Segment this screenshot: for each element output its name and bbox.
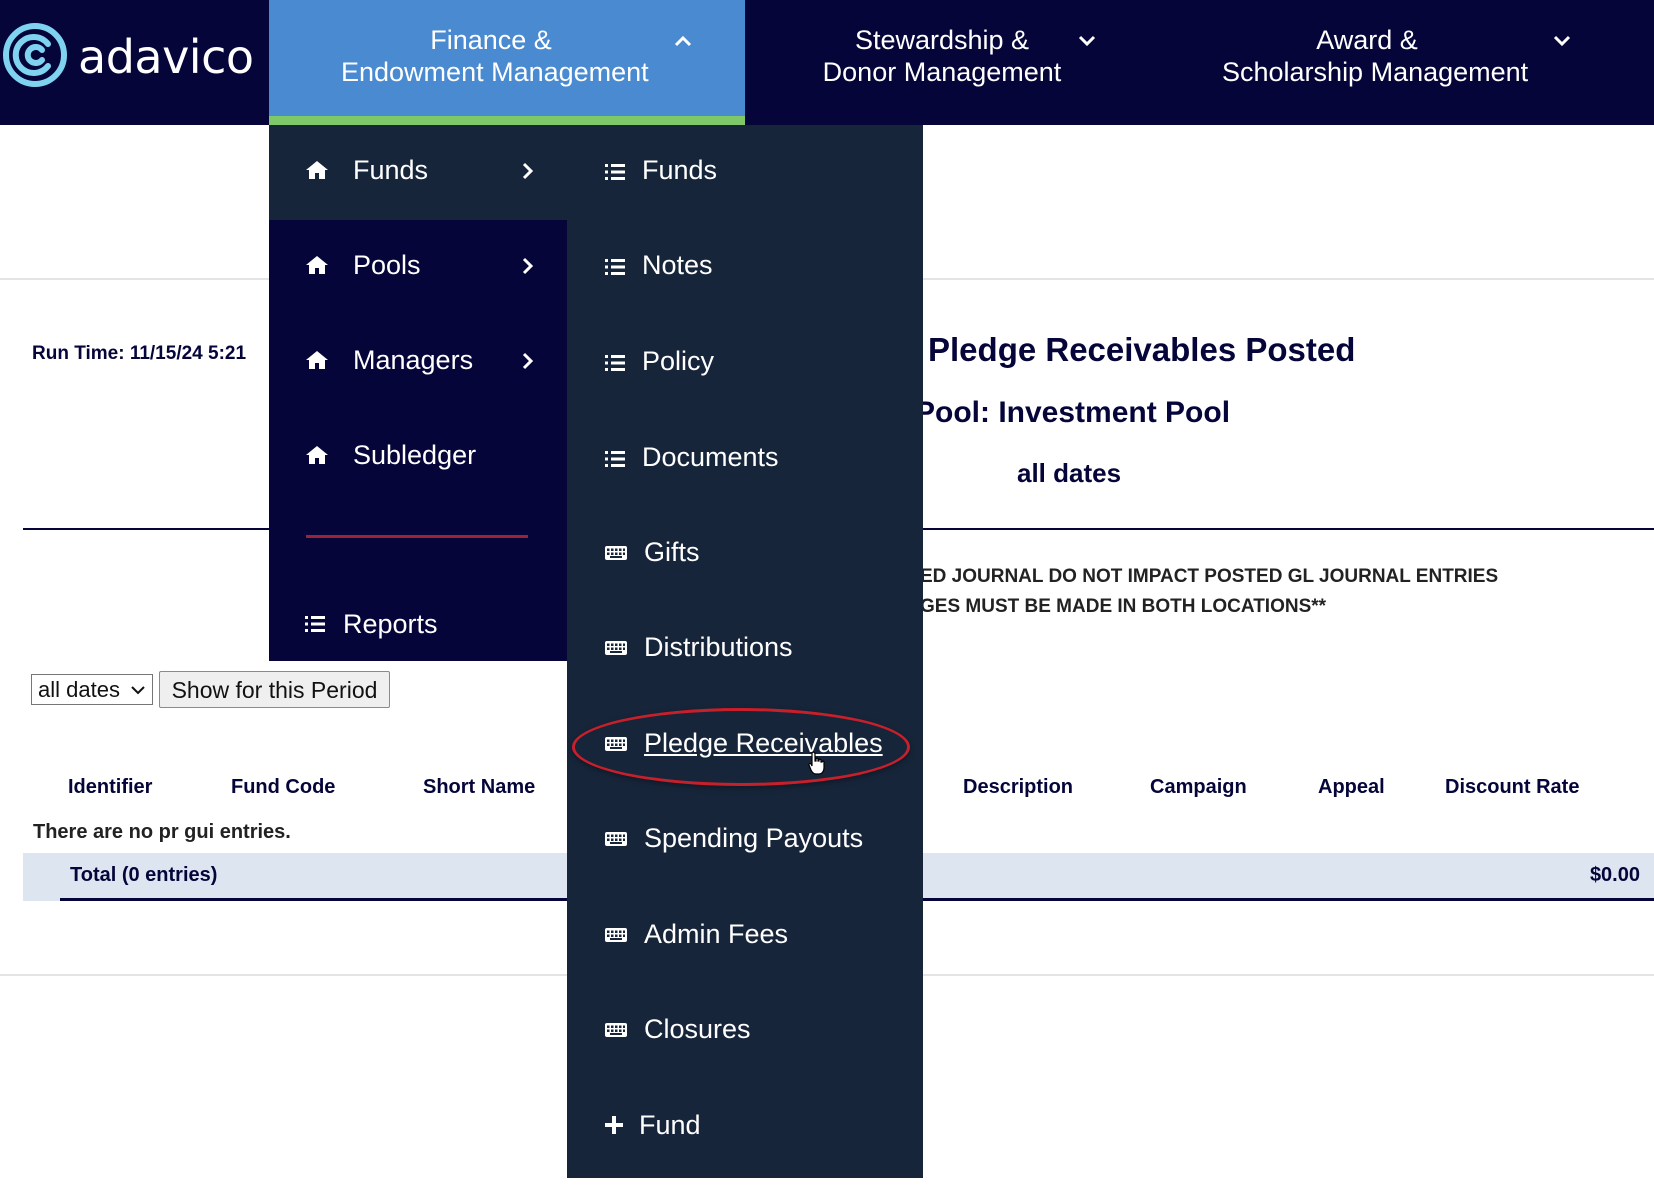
submenu-item-label: Distributions	[644, 632, 793, 662]
total-label: Total (0 entries)	[70, 864, 218, 886]
col-header-description[interactable]: Description	[963, 776, 1073, 799]
period-select-value: all dates	[38, 677, 120, 702]
nav-stewardship-donor[interactable]: Stewardship & Donor Management	[745, 0, 1105, 125]
col-header-campaign[interactable]: Campaign	[1150, 776, 1247, 799]
home-icon	[306, 446, 328, 464]
list-icon	[605, 451, 625, 467]
submenu-item-label: Spending Payouts	[644, 823, 864, 853]
menu-item-label: Managers	[353, 345, 474, 375]
chevron-down-icon	[1078, 35, 1096, 47]
nav-stewardship-label: Stewardship & Donor Management	[817, 24, 1067, 88]
menu-item-managers[interactable]: Managers	[269, 315, 567, 410]
run-time: Run Time: 11/15/24 5:21	[32, 343, 247, 364]
logo-mark-icon	[3, 23, 67, 87]
menu-item-label: Subledger	[353, 440, 477, 470]
nav-award-label: Award & Scholarship Management	[1222, 24, 1529, 88]
list-icon	[605, 355, 625, 371]
total-amount: $0.00	[1589, 864, 1640, 886]
menu-item-label: Funds	[353, 155, 429, 185]
chevron-up-icon	[674, 35, 692, 47]
plus-icon	[605, 1116, 623, 1134]
nav-award-line2: Scholarship Management	[1222, 57, 1529, 87]
finance-dropdown-menu: Funds Pools Managers Subledger Reports	[269, 125, 567, 661]
nav-finance-line2: Endowment Management	[341, 57, 649, 87]
list-icon	[605, 164, 625, 180]
active-tab-underline	[269, 116, 745, 125]
submenu-item-gifts[interactable]: Gifts	[567, 507, 923, 602]
hand-pointer-cursor-icon	[808, 751, 825, 775]
col-header-discount-rate[interactable]: Discount Rate	[1445, 776, 1579, 799]
menu-separator	[306, 535, 528, 538]
submenu-item-label: Funds	[642, 155, 718, 185]
empty-table-message: There are no pr gui entries.	[33, 821, 291, 843]
submenu-item-documents[interactable]: Documents	[567, 412, 923, 507]
chevron-down-icon	[131, 686, 145, 695]
col-header-identifier[interactable]: Identifier	[68, 776, 152, 799]
chevron-right-icon	[522, 257, 534, 275]
report-dates: all dates	[1017, 458, 1122, 488]
report-subtitle: Pool: Investment Pool	[915, 396, 1231, 429]
chevron-down-icon	[1553, 35, 1571, 47]
menu-item-funds[interactable]: Funds	[269, 125, 567, 220]
submenu-item-policy[interactable]: Policy	[567, 316, 923, 411]
submenu-item-closures[interactable]: Closures	[567, 984, 923, 1079]
list-icon	[605, 259, 625, 275]
warning-line-1: ED JOURNAL DO NOT IMPACT POSTED GL JOURN…	[920, 566, 1499, 587]
home-icon	[306, 161, 328, 179]
list-icon	[305, 616, 325, 632]
menu-item-subledger[interactable]: Subledger	[269, 410, 567, 505]
submenu-item-label: Gifts	[644, 537, 700, 567]
submenu-item-label: Policy	[642, 346, 715, 376]
home-icon	[306, 256, 328, 274]
nav-finance-endowment[interactable]: Finance & Endowment Management	[269, 0, 745, 125]
submenu-item-admin-fees[interactable]: Admin Fees	[567, 889, 923, 984]
home-icon	[306, 351, 328, 369]
nav-stewardship-line2: Donor Management	[822, 57, 1062, 87]
chevron-right-icon	[522, 162, 534, 180]
funds-submenu: Funds Notes Policy Documents Gifts Distr…	[567, 125, 923, 1178]
menu-item-label: Pools	[353, 250, 421, 280]
report-title: Pledge Receivables Posted	[928, 331, 1356, 368]
col-header-fund-code[interactable]: Fund Code	[231, 776, 335, 799]
highlight-annotation-ring	[572, 708, 910, 786]
submenu-item-label: Documents	[642, 442, 779, 472]
keyboard-icon	[605, 832, 627, 846]
col-header-appeal[interactable]: Appeal	[1318, 776, 1385, 799]
submenu-item-add-fund[interactable]: Fund	[567, 1080, 923, 1175]
nav-award-scholarship[interactable]: Award & Scholarship Management	[1212, 0, 1592, 125]
keyboard-icon	[605, 928, 627, 942]
nav-finance-line1: Finance &	[430, 25, 552, 55]
period-select[interactable]: all dates	[31, 674, 153, 705]
warning-line-2: GES MUST BE MADE IN BOTH LOCATIONS**	[920, 596, 1327, 617]
keyboard-icon	[605, 1023, 627, 1037]
submenu-item-spending-payouts[interactable]: Spending Payouts	[567, 793, 923, 888]
submenu-item-notes[interactable]: Notes	[567, 220, 923, 315]
submenu-item-label: Fund	[639, 1110, 701, 1140]
brand-logo[interactable]: adavico	[0, 22, 260, 88]
show-for-period-button[interactable]: Show for this Period	[159, 671, 390, 708]
chevron-right-icon	[522, 352, 534, 370]
submenu-item-funds[interactable]: Funds	[567, 125, 923, 220]
submenu-item-distributions[interactable]: Distributions	[567, 602, 923, 697]
keyboard-icon	[605, 546, 627, 560]
menu-item-label: Reports	[343, 609, 438, 639]
keyboard-icon	[605, 641, 627, 655]
submenu-item-label: Notes	[642, 250, 713, 280]
nav-award-line1: Award &	[1316, 25, 1418, 55]
submenu-item-label: Closures	[644, 1014, 751, 1044]
nav-finance-label: Finance & Endowment Management	[341, 24, 649, 88]
menu-item-pools[interactable]: Pools	[269, 220, 567, 315]
top-navigation-bar: adavico Finance & Endowment Management S…	[0, 0, 1654, 125]
col-header-short-name[interactable]: Short Name	[423, 776, 535, 799]
brand-name: adavico	[78, 30, 254, 84]
menu-item-reports[interactable]: Reports	[269, 595, 567, 655]
nav-stewardship-line1: Stewardship &	[854, 25, 1030, 55]
submenu-item-label: Admin Fees	[644, 919, 789, 949]
